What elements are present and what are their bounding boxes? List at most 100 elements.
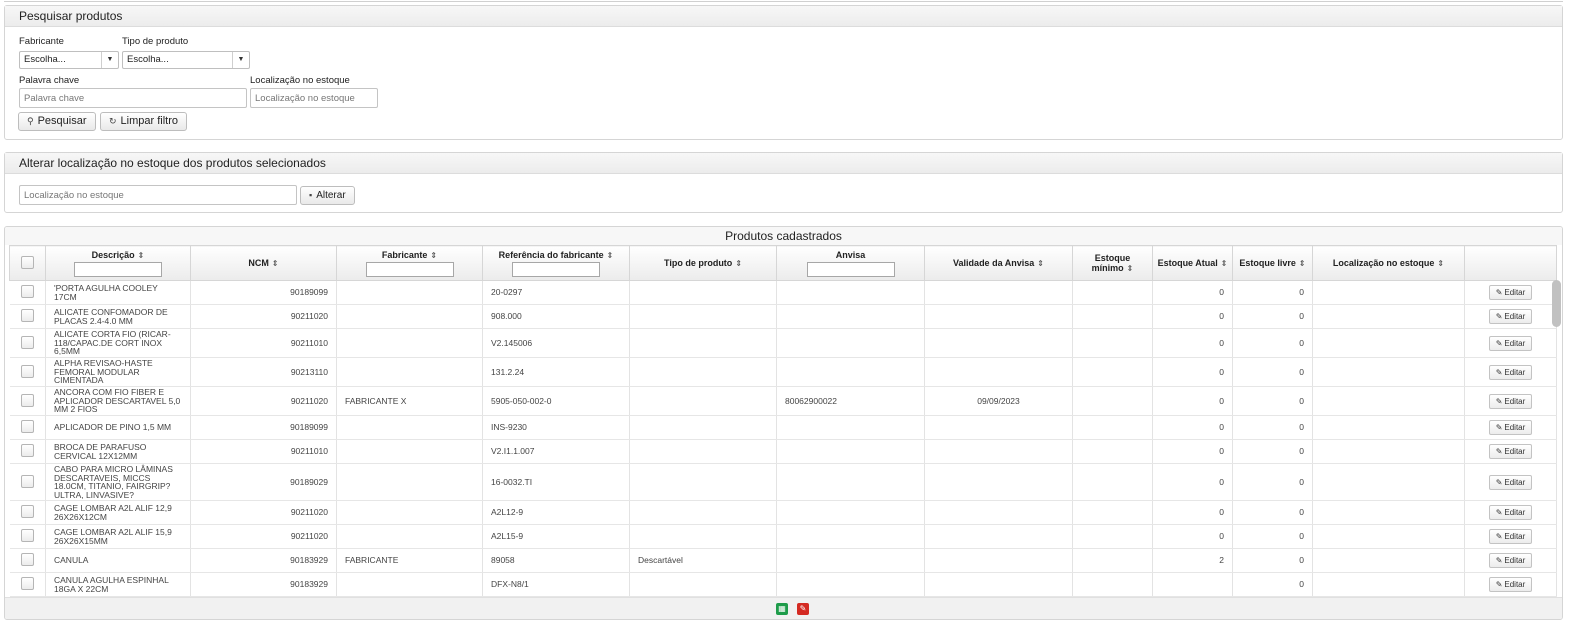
sort-icon[interactable]: ⇕ xyxy=(138,251,145,260)
edit-button[interactable]: ✎ Editar xyxy=(1488,577,1533,592)
grid-scrollbar-thumb[interactable] xyxy=(1552,280,1561,327)
row-select-cell[interactable] xyxy=(9,572,46,597)
column-estoque-atual[interactable]: Estoque Atual ⇕ xyxy=(1152,245,1233,281)
table-row[interactable]: CAGE LOMBAR A2L ALIF 12,9 26X26X12CM 9021… xyxy=(9,500,1557,525)
sort-icon[interactable]: ⇕ xyxy=(1127,264,1134,273)
sort-icon[interactable]: ⇕ xyxy=(1221,259,1228,268)
edit-button[interactable]: ✎ Editar xyxy=(1488,444,1533,459)
column-ncm[interactable]: NCM ⇕ xyxy=(190,245,337,281)
edit-button[interactable]: ✎ Editar xyxy=(1488,505,1533,520)
edit-button[interactable]: ✎ Editar xyxy=(1488,420,1533,435)
sort-icon[interactable]: ⇕ xyxy=(1299,259,1306,268)
column-referencia-label: Referência do fabricante xyxy=(498,249,604,260)
table-row[interactable]: APLICADOR DE PINO 1,5 MM 90189099 INS-9230… xyxy=(9,415,1557,440)
table-row[interactable]: BROCA DE PARAFUSO CERVICAL 12X12MM 902110… xyxy=(9,439,1557,464)
row-select-cell[interactable] xyxy=(9,548,46,573)
column-validade[interactable]: Validade da Anvisa ⇕ xyxy=(924,245,1073,281)
table-row[interactable]: ANCORA COM FIO FIBER E APLICADOR DESCART… xyxy=(9,386,1557,416)
row-checkbox[interactable] xyxy=(20,309,34,323)
row-select-cell[interactable] xyxy=(9,439,46,464)
table-row[interactable]: ALICATE CONFOMADOR DE PLACAS 2.4-4.0 MM 9… xyxy=(9,304,1557,329)
sort-icon[interactable]: ⇕ xyxy=(735,259,742,268)
row-select-cell[interactable] xyxy=(9,386,46,416)
row-select-cell[interactable] xyxy=(9,328,46,358)
column-descricao[interactable]: Descrição ⇕ xyxy=(45,245,191,281)
row-select-cell[interactable] xyxy=(9,280,46,305)
sort-icon[interactable]: ⇕ xyxy=(272,259,279,268)
row-select-cell[interactable] xyxy=(9,304,46,329)
cell-estoque-livre: 0 xyxy=(1232,524,1313,549)
pdf-export-icon[interactable]: ✎ xyxy=(797,603,809,615)
cell-estoque-livre: 0 xyxy=(1232,304,1313,329)
cell-estoque-minimo xyxy=(1072,304,1153,329)
select-all-checkbox[interactable] xyxy=(21,255,34,269)
column-localizacao[interactable]: Localização no estoque ⇕ xyxy=(1312,245,1465,281)
product-type-select-value: Escolha... xyxy=(127,54,169,65)
row-select-cell[interactable] xyxy=(9,415,46,440)
row-checkbox[interactable] xyxy=(20,335,34,349)
product-type-select[interactable]: Escolha... ▼ xyxy=(122,51,250,69)
row-select-cell[interactable] xyxy=(9,463,46,501)
edit-button[interactable]: ✎ Editar xyxy=(1488,335,1533,351)
column-anvisa[interactable]: Anvisa xyxy=(776,245,925,281)
column-estoque-minimo[interactable]: Estoque mínimo ⇕ xyxy=(1072,245,1153,281)
edit-button[interactable]: ✎ Editar xyxy=(1488,309,1533,324)
edit-button[interactable]: ✎ Editar xyxy=(1488,553,1533,568)
row-checkbox[interactable] xyxy=(20,474,34,488)
sort-icon[interactable]: ⇕ xyxy=(1037,259,1044,268)
row-select-cell[interactable] xyxy=(9,357,46,387)
edit-button[interactable]: ✎ Editar xyxy=(1488,364,1533,380)
cell-estoque-livre: 0 xyxy=(1232,415,1313,440)
row-checkbox[interactable] xyxy=(20,505,34,519)
clear-filter-button[interactable]: ↻ Limpar filtro xyxy=(100,112,188,131)
row-checkbox[interactable] xyxy=(20,364,34,378)
column-referencia[interactable]: Referência do fabricante ⇕ xyxy=(482,245,630,281)
column-fabricante[interactable]: Fabricante ⇕ xyxy=(336,245,483,281)
row-checkbox[interactable] xyxy=(20,577,34,591)
edit-button[interactable]: ✎ Editar xyxy=(1488,474,1533,490)
filter-anvisa-input[interactable] xyxy=(806,261,895,277)
keyword-label: Palavra chave xyxy=(19,75,80,86)
edit-button[interactable]: ✎ Editar xyxy=(1488,285,1533,300)
search-button[interactable]: ⚲ Pesquisar xyxy=(18,112,96,131)
sort-icon[interactable]: ⇕ xyxy=(607,251,614,260)
row-checkbox[interactable] xyxy=(20,553,34,567)
column-tipo[interactable]: Tipo de produto ⇕ xyxy=(629,245,777,281)
filter-fabricante-input[interactable] xyxy=(365,261,454,277)
chevron-down-icon[interactable]: ▼ xyxy=(232,52,249,68)
alter-location-input[interactable] xyxy=(19,185,297,205)
alter-button[interactable]: ▪ Alterar xyxy=(300,186,355,205)
filter-descricao-input[interactable] xyxy=(74,261,162,277)
column-estoque-livre[interactable]: Estoque livre ⇕ xyxy=(1232,245,1313,281)
sort-icon[interactable]: ⇕ xyxy=(1437,259,1444,268)
cell-anvisa xyxy=(776,572,925,597)
cell-ncm: 90183929 xyxy=(190,548,337,573)
table-row[interactable]: ALPHA REVISAO-HASTE FEMORAL MODULAR CIME… xyxy=(9,357,1557,387)
table-row[interactable]: ALICATE CORTA FIO (RICAR-118/CAPAC.DE CO… xyxy=(9,328,1557,358)
location-input[interactable] xyxy=(250,88,378,108)
sort-icon[interactable]: ⇕ xyxy=(430,251,437,260)
keyword-input[interactable] xyxy=(19,88,247,108)
row-checkbox[interactable] xyxy=(20,420,34,434)
cell-descricao: ALICATE CORTA FIO (RICAR-118/CAPAC.DE CO… xyxy=(45,328,191,358)
row-select-cell[interactable] xyxy=(9,500,46,525)
edit-button[interactable]: ✎ Editar xyxy=(1488,529,1533,544)
cell-ncm: 90211020 xyxy=(190,524,337,549)
table-row[interactable]: CABO PARA MICRO LÂMINAS DESCARTAVEIS, MI… xyxy=(9,463,1557,501)
row-select-cell[interactable] xyxy=(9,524,46,549)
select-all-header[interactable] xyxy=(9,245,46,281)
filter-referencia-input[interactable] xyxy=(512,261,600,277)
row-checkbox[interactable] xyxy=(20,444,34,458)
product-type-label: Tipo de produto xyxy=(122,36,189,47)
table-row[interactable]: CANULA AGULHA ESPINHAL 18GA X 22CM 901839… xyxy=(9,572,1557,597)
table-row[interactable]: CANULA 90183929 FABRICANTE 89058 Descartável… xyxy=(9,548,1557,573)
chevron-down-icon[interactable]: ▼ xyxy=(101,52,118,68)
excel-export-icon[interactable]: ▦ xyxy=(776,603,788,615)
row-checkbox[interactable] xyxy=(20,529,34,543)
table-row[interactable]: 'PORTA AGULHA COOLEY 17CM 90189099 20-0297… xyxy=(9,280,1557,305)
row-checkbox[interactable] xyxy=(20,285,34,299)
row-checkbox[interactable] xyxy=(20,393,34,407)
manufacturer-select[interactable]: Escolha... ▼ xyxy=(19,51,119,69)
edit-button[interactable]: ✎ Editar xyxy=(1488,393,1533,409)
table-row[interactable]: CAGE LOMBAR A2L ALIF 15,9 26X26X15MM 9021… xyxy=(9,524,1557,549)
